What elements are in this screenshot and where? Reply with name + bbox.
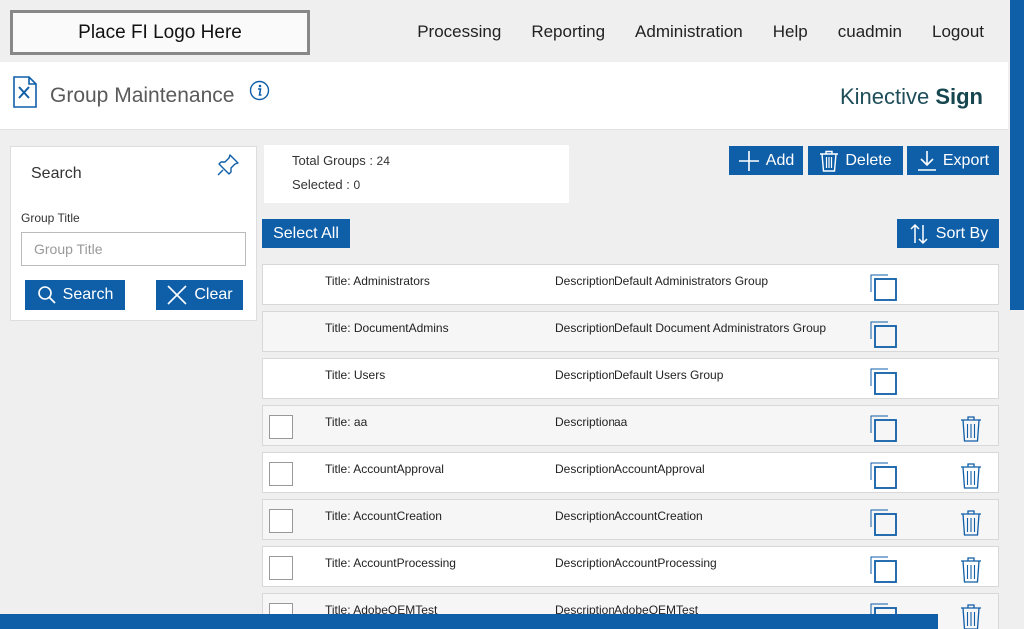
brand-name: Kinective — [839, 84, 936, 109]
nav-reporting[interactable]: Reporting — [531, 22, 605, 42]
trash-icon — [820, 150, 839, 172]
row-checkbox[interactable] — [269, 556, 293, 580]
logo-placeholder: Place FI Logo Here — [10, 10, 310, 55]
group-description: AccountProcessing — [614, 556, 717, 570]
delete-button-label: Delete — [845, 151, 892, 169]
group-title: Title: AccountCreation — [325, 509, 442, 523]
group-row[interactable]: Title: Users Description: Default Users … — [262, 358, 999, 399]
selected-count-value: 0 — [353, 178, 361, 192]
nav-logout[interactable]: Logout — [932, 22, 984, 42]
sort-by-button[interactable]: Sort By — [897, 219, 999, 248]
add-button-label: Add — [765, 151, 795, 169]
page-title: Group Maintenance — [50, 84, 235, 107]
group-row[interactable]: Title: Administrators Description: Defau… — [262, 264, 999, 305]
group-title-label: Group Title — [21, 211, 80, 225]
sort-by-label: Sort By — [935, 224, 989, 242]
row-checkbox[interactable] — [269, 415, 293, 439]
group-row[interactable]: Title: AccountCreation Description: Acco… — [262, 499, 999, 540]
copy-icon[interactable] — [870, 274, 898, 302]
main-nav: Processing Reporting Administration Help… — [417, 22, 1024, 42]
search-icon — [37, 286, 56, 304]
description-label: Description: — [555, 556, 614, 570]
export-button-label: Export — [942, 151, 990, 169]
group-description: Default Document Administrators Group — [614, 321, 827, 335]
group-title-input[interactable] — [21, 232, 246, 266]
add-button[interactable]: Add — [729, 146, 803, 175]
copy-icon[interactable] — [870, 368, 898, 396]
group-row[interactable]: Title: aa Description: aa — [262, 405, 999, 446]
group-description: aa — [614, 415, 628, 429]
search-panel: Search Group Title Search Clear — [10, 146, 257, 321]
total-groups-label: Total Groups : — [292, 153, 377, 168]
pin-icon[interactable] — [216, 153, 240, 177]
export-button[interactable]: Export — [907, 146, 999, 175]
top-navigation-bar: Place FI Logo Here Processing Reporting … — [0, 0, 1024, 62]
trash-icon[interactable] — [960, 509, 982, 537]
description-label: Description: — [555, 415, 614, 429]
group-description: Default Administrators Group — [614, 274, 769, 288]
delete-button[interactable]: Delete — [808, 146, 903, 175]
trash-icon[interactable] — [960, 462, 982, 490]
page-header: Group Maintenance Kinective Sign — [0, 62, 1008, 130]
group-title: Title: AccountProcessing — [325, 556, 456, 570]
row-checkbox[interactable] — [269, 462, 293, 486]
description-label: Description: — [555, 274, 614, 288]
clear-button-label: Clear — [194, 286, 233, 303]
group-title: Title: DocumentAdmins — [325, 321, 449, 335]
group-counts: Total Groups : 24 Selected : 0 — [264, 145, 569, 203]
description-label: Description: — [555, 368, 614, 382]
copy-icon[interactable] — [870, 462, 898, 490]
trash-icon[interactable] — [960, 603, 982, 629]
group-title: Title: Administrators — [325, 274, 430, 288]
description-label: Description: — [555, 509, 614, 523]
group-description: AccountCreation — [614, 509, 703, 523]
selected-count: Selected : 0 — [292, 177, 360, 192]
group-row[interactable]: Title: DocumentAdmins Description: Defau… — [262, 311, 999, 352]
nav-user-account[interactable]: cuadmin — [838, 22, 902, 42]
bottom-accent-bar — [0, 614, 938, 629]
group-title: Title: aa — [325, 415, 368, 429]
trash-icon[interactable] — [960, 556, 982, 584]
description-label: Description: — [555, 462, 614, 476]
nav-processing[interactable]: Processing — [417, 22, 501, 42]
search-heading: Search — [31, 165, 82, 182]
select-all-label: Select All — [273, 224, 339, 242]
clear-button[interactable]: Clear — [156, 280, 243, 310]
sort-arrows-icon — [910, 223, 928, 244]
copy-icon[interactable] — [870, 556, 898, 584]
plus-icon — [738, 150, 759, 171]
group-description: AccountApproval — [614, 462, 705, 476]
brand-name-bold: Sign — [935, 84, 983, 109]
search-button[interactable]: Search — [25, 280, 125, 310]
group-row[interactable]: Title: AccountApproval Description: Acco… — [262, 452, 999, 493]
right-accent-stripe — [1010, 0, 1024, 310]
group-description: Default Users Group — [614, 368, 724, 382]
total-groups: Total Groups : 24 — [292, 153, 390, 168]
download-icon — [917, 150, 936, 171]
copy-icon[interactable] — [870, 415, 898, 443]
group-title: Title: AccountApproval — [325, 462, 444, 476]
search-button-label: Search — [62, 286, 114, 303]
selected-count-label: Selected : — [292, 177, 354, 192]
nav-help[interactable]: Help — [773, 22, 808, 42]
trash-icon[interactable] — [960, 415, 982, 443]
copy-icon[interactable] — [870, 509, 898, 537]
total-groups-value: 24 — [376, 154, 390, 168]
nav-administration[interactable]: Administration — [635, 22, 743, 42]
brand-logo: Kinective Sign — [840, 84, 983, 110]
info-icon[interactable] — [249, 80, 270, 101]
copy-icon[interactable] — [870, 321, 898, 349]
description-label: Description: — [555, 321, 614, 335]
group-title: Title: Users — [325, 368, 386, 382]
group-row[interactable]: Title: AccountProcessing Description: Ac… — [262, 546, 999, 587]
document-tools-icon — [13, 76, 37, 108]
select-all-button[interactable]: Select All — [262, 219, 350, 248]
close-icon — [167, 285, 187, 305]
row-checkbox[interactable] — [269, 509, 293, 533]
